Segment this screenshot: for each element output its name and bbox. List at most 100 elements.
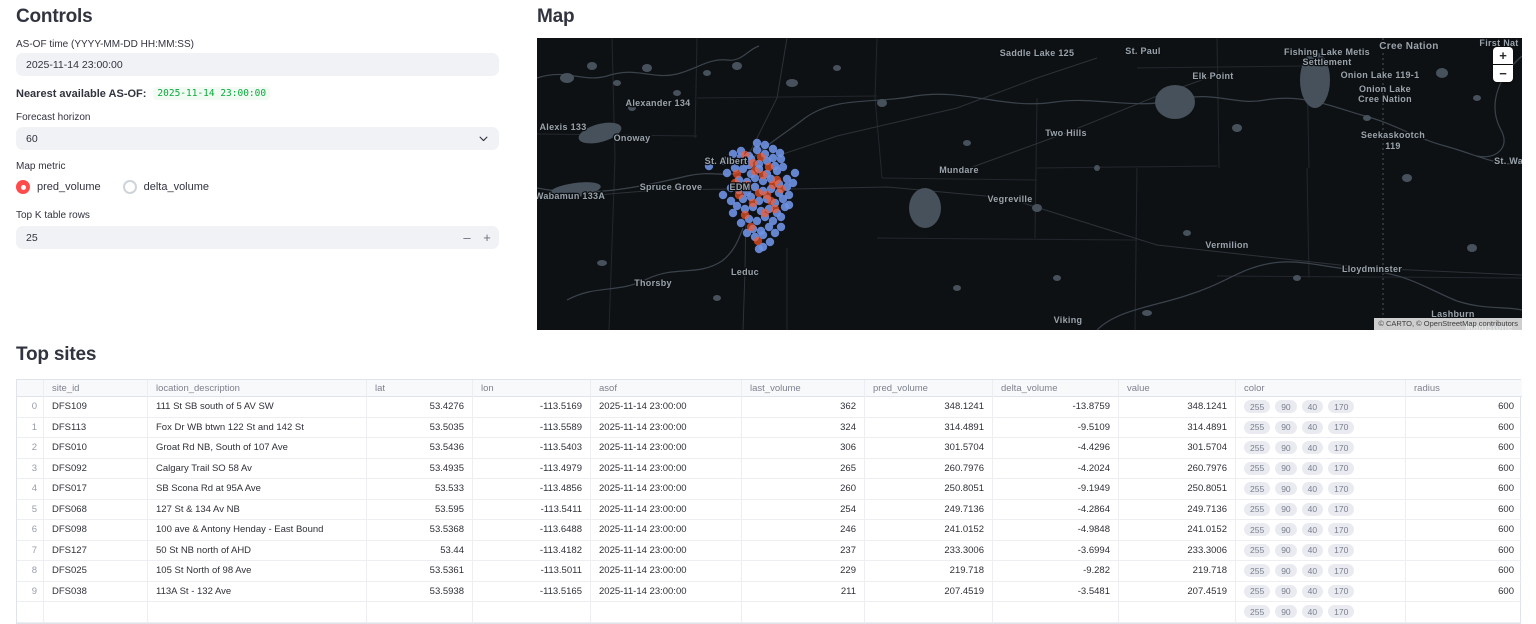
table-cell[interactable] (148, 602, 367, 623)
column-header[interactable]: pred_volume (865, 380, 993, 397)
row-index-cell[interactable]: 1 (17, 417, 44, 438)
table-cell[interactable]: DFS038 (44, 581, 148, 602)
table-cell[interactable] (1119, 602, 1236, 623)
table-cell[interactable]: -113.4856 (473, 479, 591, 500)
asof-time-input[interactable]: 2025-11-14 23:00:00 (16, 53, 499, 76)
table-cell[interactable]: 254 (742, 499, 865, 520)
site-dot-blue[interactable] (736, 218, 746, 228)
site-dot-blue[interactable] (784, 200, 794, 210)
table-cell[interactable]: -4.9848 (993, 520, 1119, 541)
row-index-cell[interactable]: 5 (17, 499, 44, 520)
site-dot-orange[interactable] (732, 169, 742, 179)
table-cell[interactable] (993, 602, 1119, 623)
table-cell[interactable]: 53.5368 (367, 520, 473, 541)
table-cell[interactable]: -4.2024 (993, 458, 1119, 479)
table-cell[interactable]: 229 (742, 561, 865, 582)
site-dot-orange[interactable] (746, 222, 756, 232)
table-cell[interactable]: -113.5165 (473, 581, 591, 602)
table-cell[interactable]: Calgary Trail SO 58 Av (148, 458, 367, 479)
site-dot-orange[interactable] (766, 196, 776, 206)
table-cell[interactable]: DFS109 (44, 397, 148, 418)
table-cell[interactable]: 233.3006 (1119, 540, 1236, 561)
column-header[interactable]: value (1119, 380, 1236, 397)
site-dot-blue[interactable] (768, 144, 778, 154)
table-cell[interactable]: 2025-11-14 23:00:00 (591, 438, 742, 459)
map-canvas[interactable]: Saddle Lake 125 St. Paul Cree Nation First … (537, 38, 1522, 330)
table-cell[interactable]: DFS017 (44, 479, 148, 500)
table-cell[interactable]: 255 90 40 170 (1236, 417, 1406, 438)
site-dot-orange[interactable] (758, 170, 768, 180)
row-index-cell[interactable]: 3 (17, 458, 44, 479)
site-dot-orange[interactable] (750, 166, 760, 176)
table-cell[interactable]: -113.5589 (473, 417, 591, 438)
table-cell[interactable]: 255 90 40 170 (1236, 540, 1406, 561)
table-cell[interactable]: 260 (742, 479, 865, 500)
table-cell[interactable]: 255 90 40 170 (1236, 438, 1406, 459)
table-cell[interactable]: 600 (1406, 438, 1522, 459)
site-dot-blue[interactable] (784, 190, 794, 200)
table-cell[interactable]: 2025-11-14 23:00:00 (591, 520, 742, 541)
table-cell[interactable]: 600 (1406, 397, 1522, 418)
site-dot-orange[interactable] (760, 208, 770, 218)
table-cell[interactable]: 249.7136 (1119, 499, 1236, 520)
table-cell[interactable]: 600 (1406, 561, 1522, 582)
table-cell[interactable]: -113.6488 (473, 520, 591, 541)
row-index-cell[interactable]: 2 (17, 438, 44, 459)
column-header[interactable]: lon (473, 380, 591, 397)
column-header[interactable]: location_description (148, 380, 367, 397)
column-header[interactable]: color (1236, 380, 1406, 397)
table-cell[interactable]: 105 St North of 98 Ave (148, 561, 367, 582)
table-cell[interactable]: 211 (742, 581, 865, 602)
site-dot-blue[interactable] (752, 216, 762, 226)
site-dot-blue[interactable] (718, 190, 728, 200)
column-header[interactable]: site_id (44, 380, 148, 397)
table-cell[interactable]: DFS113 (44, 417, 148, 438)
table-cell[interactable]: SB Scona Rd at 95A Ave (148, 479, 367, 500)
table-cell[interactable]: 600 (1406, 582, 1522, 602)
table-cell[interactable]: 348.1241 (1119, 397, 1236, 418)
site-dot-blue[interactable] (728, 208, 738, 218)
table-cell[interactable]: 2025-11-14 23:00:00 (591, 581, 742, 602)
site-dot-orange[interactable] (776, 184, 786, 194)
row-index-cell[interactable]: 6 (17, 520, 44, 541)
table-cell[interactable] (473, 602, 591, 623)
table-cell[interactable]: -9.5109 (993, 417, 1119, 438)
table-cell[interactable]: DFS127 (44, 540, 148, 561)
site-dot-orange[interactable] (764, 162, 774, 172)
site-dot-blue[interactable] (776, 154, 786, 164)
site-dot-orange[interactable] (748, 158, 758, 168)
table-cell[interactable]: 2025-11-14 23:00:00 (591, 397, 742, 418)
table-cell[interactable]: 53.595 (367, 499, 473, 520)
table-cell[interactable]: 255 90 40 170 (1236, 499, 1406, 520)
topk-increment-button[interactable]: + (477, 226, 497, 249)
site-dot-blue[interactable] (764, 222, 774, 232)
table-cell[interactable]: 250.8051 (1119, 479, 1236, 500)
table-cell[interactable]: 53.533 (367, 479, 473, 500)
table-cell[interactable]: 207.4519 (865, 581, 993, 602)
row-index-cell[interactable]: 4 (17, 479, 44, 500)
table-cell[interactable]: 53.5035 (367, 417, 473, 438)
table-cell[interactable]: DFS092 (44, 458, 148, 479)
table-cell[interactable]: 53.44 (367, 540, 473, 561)
site-dot-blue[interactable] (770, 228, 780, 238)
row-index-cell[interactable]: 9 (17, 581, 44, 602)
table-cell[interactable]: 600 (1406, 459, 1522, 479)
table-cell[interactable]: 600 (1406, 500, 1522, 520)
radio-pred-volume[interactable]: pred_volume (16, 180, 101, 194)
site-dot-blue[interactable] (765, 237, 775, 247)
site-dot-orange[interactable] (734, 190, 744, 200)
forecast-horizon-select[interactable]: 60 (16, 127, 499, 150)
table-cell[interactable]: 50 St NB north of AHD (148, 540, 367, 561)
table-cell[interactable]: DFS068 (44, 499, 148, 520)
table-cell[interactable]: 219.718 (865, 561, 993, 582)
table-cell[interactable]: 301.5704 (865, 438, 993, 459)
table-cell[interactable]: -113.4979 (473, 458, 591, 479)
column-header[interactable]: lat (367, 380, 473, 397)
top-sites-table[interactable]: site_id location_description lat lon asof las… (16, 379, 1522, 624)
table-cell[interactable]: 260.7976 (865, 458, 993, 479)
table-cell[interactable]: 219.718 (1119, 561, 1236, 582)
site-dot-blue[interactable] (788, 178, 798, 188)
table-cell[interactable]: 249.7136 (865, 499, 993, 520)
table-cell[interactable]: 241.0152 (865, 520, 993, 541)
table-cell[interactable]: 255 90 40 170 (1236, 397, 1406, 418)
